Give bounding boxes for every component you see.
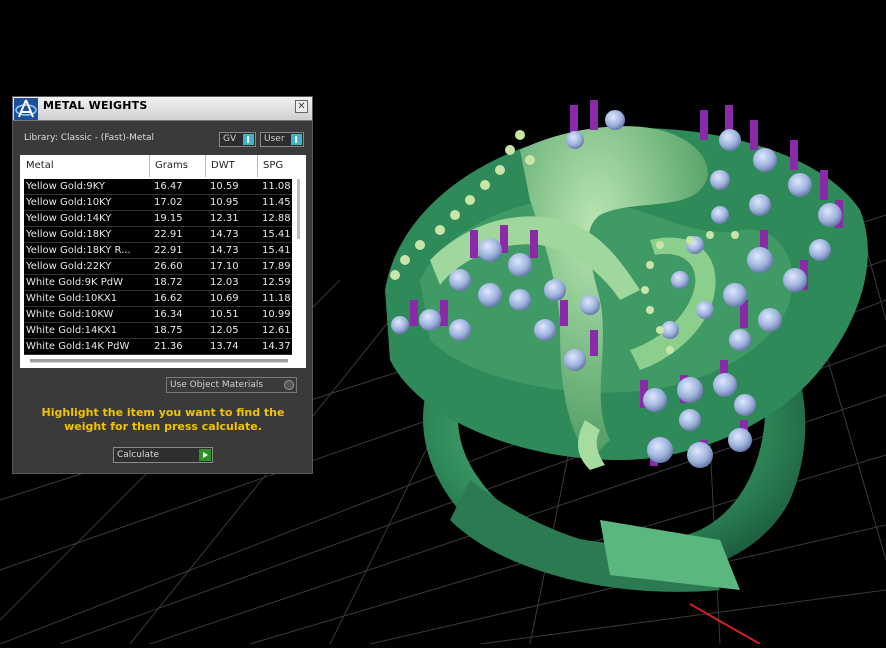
column-divider[interactable] [149, 155, 150, 177]
cell-grams: 16.34 [154, 309, 183, 320]
cell-dwt: 14.73 [210, 245, 239, 256]
cell-dwt: 10.51 [210, 309, 239, 320]
table-row[interactable]: Yellow Gold:10KY 17.02 10.95 11.45 [24, 195, 292, 211]
calculate-label: Calculate [117, 450, 160, 460]
cell-spg: 14.37 [262, 341, 291, 352]
panel-titlebar[interactable]: METAL WEIGHTS ✕ [13, 97, 312, 121]
metal-table: Metal Grams DWT SPG Yellow Gold:9KY 16.47… [20, 155, 306, 368]
cell-grams: 16.47 [154, 181, 183, 192]
cell-metal: White Gold:9K PdW [26, 277, 123, 288]
table-row[interactable]: Yellow Gold:18KY R... 22.91 14.73 15.41 [24, 243, 292, 259]
column-divider[interactable] [257, 155, 258, 177]
cell-metal: White Gold:10KX1 [26, 293, 118, 304]
cell-grams: 26.60 [154, 261, 183, 272]
cell-grams: 18.72 [154, 277, 183, 288]
scrollbar-thumb[interactable] [30, 359, 288, 362]
cell-metal: Yellow Gold:18KY R... [26, 245, 131, 256]
cell-spg: 12.61 [262, 325, 291, 336]
table-row[interactable]: Yellow Gold:22KY 26.60 17.10 17.89 [24, 259, 292, 275]
cell-metal: White Gold:14KX1 [26, 325, 118, 336]
table-row[interactable]: White Gold:9K PdW 18.72 12.03 12.59 [24, 275, 292, 291]
cell-spg: 17.89 [262, 261, 291, 272]
cell-metal: Yellow Gold:22KY [26, 261, 112, 272]
table-row[interactable]: White Gold:14KX1 18.75 12.05 12.61 [24, 323, 292, 339]
dropdown-arrow-icon [291, 134, 302, 145]
cell-spg: 12.59 [262, 277, 291, 288]
column-header-grams[interactable]: Grams [155, 160, 188, 171]
column-header-spg[interactable]: SPG [263, 160, 283, 171]
cell-spg: 11.08 [262, 181, 291, 192]
cell-grams: 22.91 [154, 245, 183, 256]
cell-dwt: 12.05 [210, 325, 239, 336]
app-logo-icon [14, 98, 38, 120]
cell-dwt: 13.74 [210, 341, 239, 352]
table-row[interactable]: Yellow Gold:14KY 19.15 12.31 12.88 [24, 211, 292, 227]
cell-grams: 21.36 [154, 341, 183, 352]
table-row[interactable]: White Gold:14K PdW 21.36 13.74 14.37 [24, 339, 292, 355]
cell-metal: Yellow Gold:9KY [26, 181, 105, 192]
table-row[interactable]: Yellow Gold:9KY 16.47 10.59 11.08 [24, 179, 292, 195]
user-dropdown-value: User [264, 134, 285, 144]
cell-dwt: 10.59 [210, 181, 239, 192]
calculate-button[interactable]: Calculate [113, 447, 213, 463]
cell-dwt: 12.31 [210, 213, 239, 224]
column-divider[interactable] [205, 155, 206, 177]
use-object-materials-toggle[interactable]: Use Object Materials [166, 377, 297, 393]
column-header-dwt[interactable]: DWT [211, 160, 235, 171]
cell-dwt: 10.69 [210, 293, 239, 304]
instruction-text: Highlight the item you want to find the … [41, 406, 285, 433]
cell-grams: 22.91 [154, 229, 183, 240]
cell-spg: 15.41 [262, 229, 291, 240]
metal-weights-panel: METAL WEIGHTS ✕ Library: Classic - (Fast… [12, 96, 313, 474]
table-rows: Yellow Gold:9KY 16.47 10.59 11.08 Yellow Go… [24, 179, 292, 355]
use-object-materials-label: Use Object Materials [170, 380, 264, 390]
cell-grams: 17.02 [154, 197, 183, 208]
cell-spg: 12.88 [262, 213, 291, 224]
cell-dwt: 14.73 [210, 229, 239, 240]
cell-spg: 11.18 [262, 293, 291, 304]
cell-grams: 18.75 [154, 325, 183, 336]
cell-grams: 19.15 [154, 213, 183, 224]
cell-metal: White Gold:14K PdW [26, 341, 130, 352]
radio-icon[interactable] [284, 380, 294, 390]
cell-spg: 15.41 [262, 245, 291, 256]
x-axis-line [689, 603, 761, 645]
cell-dwt: 12.03 [210, 277, 239, 288]
gv-dropdown[interactable]: GV [219, 132, 256, 147]
cell-grams: 16.62 [154, 293, 183, 304]
cell-metal: White Gold:10KW [26, 309, 114, 320]
library-label: Library: Classic - (Fast)-Metal [24, 133, 155, 143]
play-icon[interactable] [199, 449, 211, 461]
vertical-scrollbar[interactable] [297, 179, 301, 364]
user-dropdown[interactable]: User [260, 132, 304, 147]
cell-dwt: 10.95 [210, 197, 239, 208]
cell-metal: Yellow Gold:14KY [26, 213, 112, 224]
table-header: Metal Grams DWT SPG [20, 155, 300, 177]
cell-metal: Yellow Gold:10KY [26, 197, 112, 208]
scrollbar-thumb[interactable] [297, 179, 300, 239]
cell-spg: 11.45 [262, 197, 291, 208]
table-row[interactable]: Yellow Gold:18KY 22.91 14.73 15.41 [24, 227, 292, 243]
horizontal-scrollbar[interactable] [30, 359, 288, 363]
cell-metal: Yellow Gold:18KY [26, 229, 112, 240]
cell-spg: 10.99 [262, 309, 291, 320]
column-header-metal[interactable]: Metal [26, 160, 54, 171]
gv-dropdown-value: GV [223, 134, 237, 144]
cell-dwt: 17.10 [210, 261, 239, 272]
dropdown-arrow-icon [243, 134, 254, 145]
close-icon[interactable]: ✕ [295, 100, 308, 113]
panel-title: METAL WEIGHTS [43, 99, 148, 112]
table-row[interactable]: White Gold:10KX1 16.62 10.69 11.18 [24, 291, 292, 307]
table-row[interactable]: White Gold:10KW 16.34 10.51 10.99 [24, 307, 292, 323]
